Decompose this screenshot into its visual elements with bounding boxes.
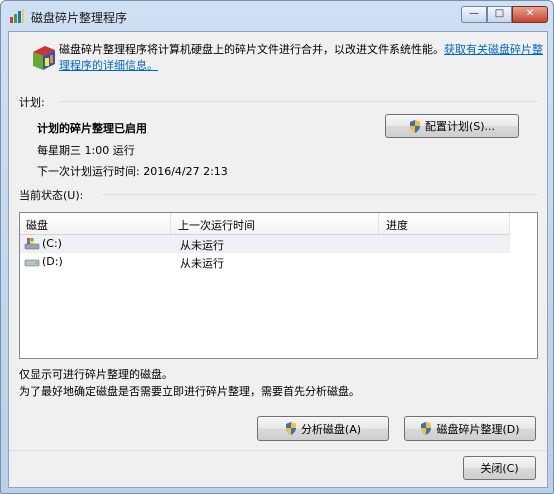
disk-name: (D:): [42, 255, 63, 268]
defrag-app-icon: [10, 9, 24, 23]
defrag-large-icon: [33, 46, 55, 70]
column-header-last-run[interactable]: 上一次运行时间: [178, 217, 255, 233]
analyze-disk-button[interactable]: 分析磁盘(A): [257, 416, 389, 441]
disk-row-c[interactable]: (C:) 从未运行: [20, 235, 510, 253]
footer-note-disks: 仅显示可进行碎片整理的磁盘。: [19, 368, 173, 381]
defragment-disk-label: 磁盘碎片整理(D): [436, 422, 520, 436]
defragment-disk-button[interactable]: 磁盘碎片整理(D): [404, 416, 536, 441]
schedule-next-run: 下一次计划运行时间: 2016/4/27 2:13: [37, 165, 228, 178]
defrag-window: 磁盘碎片整理程序 — □ ✕ 磁盘碎片整理程序将计算机硬盘上的碎片文件进行合并，…: [0, 0, 554, 494]
schedule-divider: [59, 101, 537, 102]
schedule-frequency: 每星期三 1:00 运行: [37, 144, 135, 157]
column-header-progress[interactable]: 进度: [386, 217, 408, 233]
column-divider[interactable]: [170, 213, 171, 234]
uac-shield-icon: [421, 422, 432, 435]
maximize-button[interactable]: □: [487, 6, 512, 23]
schedule-status: 计划的碎片整理已启用: [37, 122, 147, 135]
status-divider: [103, 194, 537, 195]
title-bar[interactable]: 磁盘碎片整理程序 — □ ✕: [1, 1, 553, 31]
intro-text: 磁盘碎片整理程序将计算机硬盘上的碎片文件进行合并，以改进文件系统性能。获取有关磁…: [59, 42, 544, 74]
uac-shield-icon: [285, 422, 296, 435]
hard-drive-icon: [24, 259, 40, 267]
intro-description: 磁盘碎片整理程序将计算机硬盘上的碎片文件进行合并，以改进文件系统性能。: [59, 43, 444, 56]
system-drive-icon: [24, 238, 40, 250]
configure-schedule-button[interactable]: 配置计划(S)...: [385, 114, 519, 138]
disk-list[interactable]: 磁盘 上一次运行时间 进度 (C:) 从未运行 (D:) 从未运行: [19, 212, 538, 359]
column-divider[interactable]: [378, 213, 379, 234]
disk-name: (C:): [42, 237, 62, 250]
disk-last-run: 从未运行: [180, 257, 224, 270]
window-title: 磁盘碎片整理程序: [31, 11, 128, 25]
footer-note-analyze: 为了最好地确定磁盘是否需要立即进行碎片整理，需要首先分析磁盘。: [19, 385, 360, 398]
column-header-disk[interactable]: 磁盘: [26, 217, 48, 233]
client-area: 磁盘碎片整理程序将计算机硬盘上的碎片文件进行合并，以改进文件系统性能。获取有关磁…: [8, 31, 548, 488]
uac-shield-icon: [409, 119, 420, 133]
close-label: 关闭(C): [480, 462, 519, 475]
analyze-disk-label: 分析磁盘(A): [300, 422, 362, 436]
disk-list-header: 磁盘 上一次运行时间 进度: [20, 213, 510, 235]
disk-last-run: 从未运行: [180, 239, 224, 252]
status-section-label: 当前状态(U):: [19, 189, 84, 202]
column-divider[interactable]: [509, 213, 510, 234]
close-button[interactable]: 关闭(C): [463, 456, 536, 480]
footer-divider: [9, 450, 547, 451]
minimize-button[interactable]: —: [461, 6, 487, 23]
schedule-section-label: 计划:: [19, 96, 45, 109]
configure-schedule-label: 配置计划(S)...: [424, 120, 496, 133]
disk-row-d[interactable]: (D:) 从未运行: [20, 253, 510, 271]
close-window-button[interactable]: ✕: [512, 6, 548, 23]
